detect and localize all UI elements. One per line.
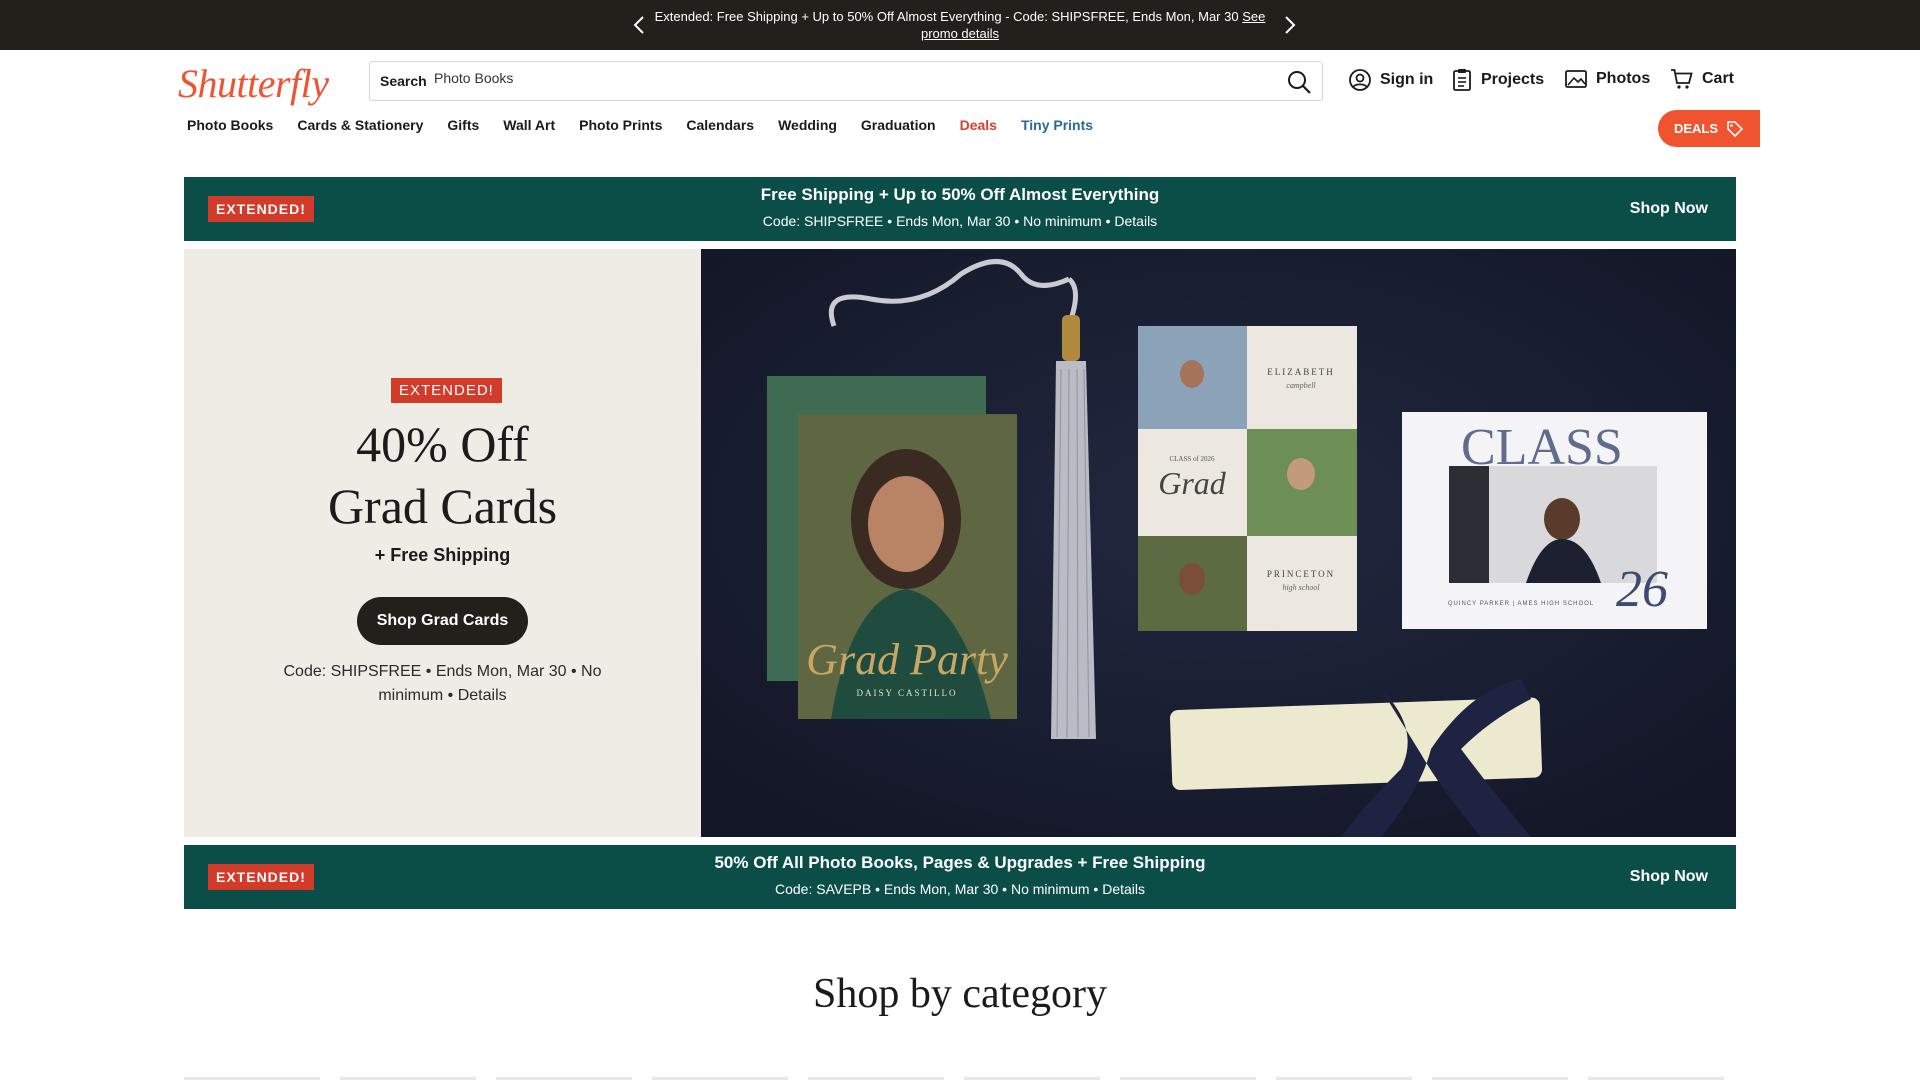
- nav-item-tiny-prints[interactable]: Tiny Prints: [1021, 117, 1093, 133]
- sign-in-label: Sign in: [1380, 71, 1434, 88]
- nav-item-deals[interactable]: Deals: [960, 117, 997, 133]
- promo-band-title: Free Shipping + Up to 50% Off Almost Eve…: [760, 185, 1160, 204]
- hero-headline-line-2: Grad Cards: [327, 478, 558, 534]
- collage-grad: Grad: [1158, 465, 1227, 501]
- main-nav: Photo Books Cards & Stationery Gifts Wal…: [187, 117, 1093, 133]
- chevron-left-icon[interactable]: [629, 14, 651, 36]
- search-label: Search: [380, 73, 427, 89]
- deals-button-label: DEALS: [1673, 121, 1719, 136]
- class-card-year: 26: [1616, 561, 1668, 618]
- grad-cards-illustration: Grad Party DAISY CASTILLO 26 ELIZABETH c…: [701, 249, 1736, 837]
- cart-link[interactable]: Cart: [1670, 68, 1734, 90]
- hero-text-panel: EXTENDED! 40% Off Grad Cards + Free Ship…: [184, 249, 701, 837]
- projects-link[interactable]: Projects: [1451, 68, 1544, 92]
- grad-party-text: Grad Party: [806, 635, 1008, 684]
- search-input[interactable]: Photo Books: [434, 70, 513, 86]
- nav-item-gifts[interactable]: Gifts: [447, 117, 479, 133]
- promo-band-2-subtitle: Code: SAVEPB • Ends Mon, Mar 30 • No min…: [774, 881, 1146, 897]
- sign-in-link[interactable]: Sign in: [1348, 68, 1433, 92]
- photos-icon: [1565, 70, 1587, 88]
- nav-item-wedding[interactable]: Wedding: [778, 117, 837, 133]
- collage-surname: campbell: [1286, 381, 1316, 390]
- nav-item-wall-art[interactable]: Wall Art: [503, 117, 555, 133]
- cart-label: Cart: [1702, 70, 1735, 87]
- collage-name: ELIZABETH: [1267, 367, 1335, 377]
- projects-label: Projects: [1481, 71, 1545, 88]
- grad-party-name: DAISY CASTILLO: [857, 688, 958, 698]
- nav-item-cards-stationery[interactable]: Cards & Stationery: [297, 117, 423, 133]
- hero-extended-badge: EXTENDED!: [391, 378, 502, 403]
- top-promo-bar: Extended: Free Shipping + Up to 50% Off …: [0, 0, 1920, 50]
- nav-item-photo-books[interactable]: Photo Books: [187, 117, 273, 133]
- search-bar[interactable]: Search Photo Books: [369, 61, 1323, 101]
- shutterfly-logo[interactable]: Shutterfly: [178, 60, 329, 107]
- shop-by-category-heading: Shop by category: [813, 971, 1107, 1017]
- promo-band-photobooks: EXTENDED! 50% Off All Photo Books, Pages…: [184, 845, 1736, 909]
- hero-headline-line-1: 40% Off: [356, 416, 529, 472]
- promo-text: Extended: Free Shipping + Up to 50% Off …: [650, 8, 1270, 42]
- shop-now-link-2[interactable]: Shop Now: [1630, 868, 1708, 886]
- tag-icon: [1727, 120, 1744, 137]
- hero-image[interactable]: Grad Party DAISY CASTILLO 26 ELIZABETH c…: [701, 249, 1736, 837]
- collage-school: PRINCETON: [1267, 569, 1335, 579]
- shop-now-link[interactable]: Shop Now: [1630, 200, 1708, 218]
- promo-message: Extended: Free Shipping + Up to 50% Off …: [654, 9, 1239, 24]
- hero-headline: 40% Off Grad Cards: [184, 413, 701, 537]
- deals-button[interactable]: DEALS: [1658, 110, 1760, 147]
- nav-item-calendars[interactable]: Calendars: [686, 117, 754, 133]
- class-card-name: QUINCY PARKER | AMES HIGH SCHOOL: [1448, 601, 1594, 607]
- chevron-right-icon[interactable]: [1278, 14, 1300, 36]
- shop-grad-cards-button[interactable]: Shop Grad Cards: [357, 597, 528, 645]
- collage-class: CLASS of 2026: [1169, 455, 1215, 463]
- hero-terms: Code: SHIPSFREE • Ends Mon, Mar 30 • No …: [283, 663, 602, 704]
- hero-free-shipping: + Free Shipping: [374, 545, 511, 565]
- nav-item-photo-prints[interactable]: Photo Prints: [579, 117, 662, 133]
- promo-band-shipping: EXTENDED! Free Shipping + Up to 50% Off …: [184, 177, 1736, 241]
- search-icon[interactable]: [1286, 69, 1312, 95]
- promo-band-2-title: 50% Off All Photo Books, Pages & Upgrade…: [714, 853, 1206, 872]
- photos-link[interactable]: Photos: [1564, 68, 1650, 90]
- collage-school-sub: high school: [1282, 583, 1320, 592]
- projects-icon: [1453, 69, 1471, 91]
- nav-item-graduation[interactable]: Graduation: [861, 117, 936, 133]
- promo-band-subtitle: Code: SHIPSFREE • Ends Mon, Mar 30 • No …: [762, 213, 1158, 229]
- cart-icon: [1671, 69, 1693, 89]
- photos-label: Photos: [1596, 70, 1651, 87]
- user-icon: [1349, 69, 1371, 91]
